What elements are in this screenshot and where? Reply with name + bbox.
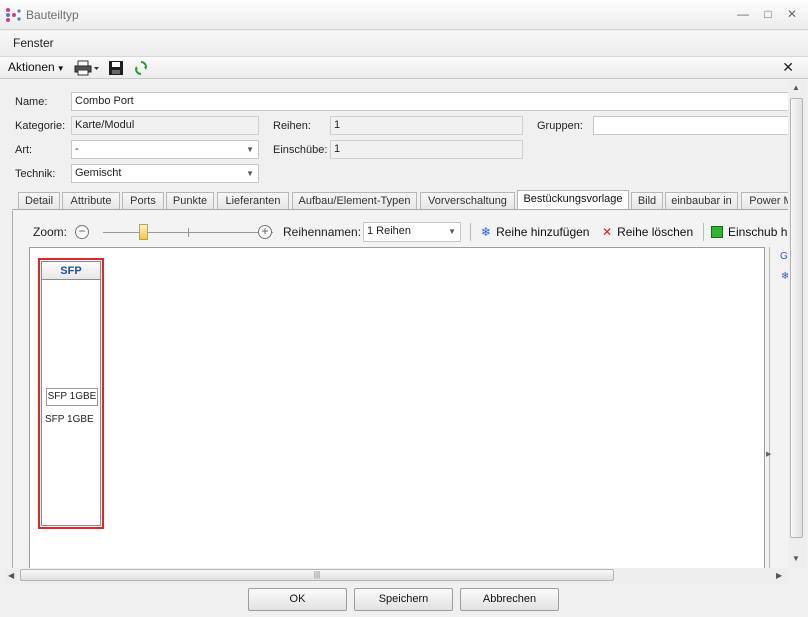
einschuebe-field: 1 — [330, 140, 523, 159]
scroll-up-icon[interactable]: ▲ — [792, 83, 800, 92]
minimize-icon[interactable]: — — [734, 6, 752, 22]
slider-tick — [188, 228, 189, 237]
chevron-down-icon: ▼ — [56, 64, 65, 73]
tab-strip: Detail Attribute Ports Punkte Lieferante… — [12, 190, 788, 210]
toolbar-separator — [703, 223, 704, 241]
slot-label-box[interactable]: SFP 1GBE — [46, 388, 98, 406]
layout-canvas[interactable]: SFP SFP 1GBE SFP 1GBE — [29, 247, 765, 569]
tab-power[interactable]: Power M — [741, 192, 788, 209]
side-panel: Gr ❄ ▶ — [766, 247, 791, 569]
zoom-slider-thumb[interactable] — [139, 224, 148, 240]
scroll-right-icon[interactable]: ▶ — [776, 571, 782, 580]
title-bar: Bauteiltyp — □ ✕ — [0, 0, 808, 30]
close-window-icon[interactable]: ✕ — [783, 6, 801, 22]
cancel-button[interactable]: Abbrechen — [460, 588, 559, 611]
name-field[interactable]: Combo Port — [71, 92, 795, 111]
slot-text: SFP 1GBE — [45, 414, 94, 425]
menu-fenster[interactable]: Fenster — [13, 36, 54, 50]
insert-slot-icon — [711, 226, 723, 238]
horizontal-scrollbar[interactable]: ◀ ||| ▶ — [6, 568, 788, 584]
save-button[interactable]: Speichern — [354, 588, 453, 611]
tab-ports[interactable]: Ports — [122, 192, 164, 209]
rack-selected[interactable]: SFP SFP 1GBE SFP 1GBE — [38, 258, 104, 529]
vertical-scroll-thumb[interactable] — [790, 98, 803, 538]
rack-body: SFP SFP 1GBE SFP 1GBE — [41, 261, 101, 526]
reihen-label: Reihen: — [273, 120, 311, 132]
zoom-in-icon[interactable]: + — [258, 225, 272, 239]
zoom-out-icon[interactable]: − — [75, 225, 89, 239]
save-icon[interactable] — [108, 60, 124, 76]
rack-title: SFP — [42, 262, 100, 280]
scroll-left-icon[interactable]: ◀ — [8, 571, 14, 580]
einschuebe-label: Einschübe: — [273, 144, 328, 156]
menu-bar: Fenster — [0, 31, 808, 57]
horizontal-scroll-thumb[interactable]: ||| — [20, 569, 614, 581]
tab-vorverschaltung[interactable]: Vorverschaltung — [420, 192, 515, 209]
name-label: Name: — [15, 96, 48, 108]
tab-bild[interactable]: Bild — [631, 192, 663, 209]
toolbar: Aktionen ▼ ✕ — [0, 57, 808, 79]
gruppen-label: Gruppen: — [537, 120, 583, 132]
insert-slot-button[interactable]: Einschub h — [711, 225, 787, 239]
aktionen-dropdown[interactable]: Aktionen ▼ — [8, 60, 65, 74]
reihen-field: 1 — [330, 116, 523, 135]
toolbar-separator — [470, 223, 471, 241]
refresh-icon[interactable] — [134, 60, 148, 76]
tab-attribute[interactable]: Attribute — [62, 192, 120, 209]
zoom-label: Zoom: — [33, 225, 68, 239]
tab-punkte[interactable]: Punkte — [166, 192, 214, 209]
tab-aufbau[interactable]: Aufbau/Element-Typen — [292, 192, 417, 209]
snowflake-icon: ❄ — [481, 225, 492, 239]
reihennamen-select[interactable]: 1 Reihen ▼ — [363, 222, 461, 242]
close-icon[interactable]: ✕ — [782, 59, 794, 76]
ok-button[interactable]: OK — [248, 588, 347, 611]
window-title: Bauteiltyp — [26, 8, 79, 22]
tab-einbaubar-in[interactable]: einbaubar in — [665, 192, 738, 209]
delete-x-icon: ✕ — [602, 225, 613, 239]
tab-page-bestueckungsvorlage: Zoom: − + Reihennamen: 1 Reihen ▼ ❄ Reihe … — [12, 211, 791, 569]
add-row-button[interactable]: ❄ Reihe hinzufügen — [481, 225, 589, 239]
scroll-down-icon[interactable]: ▼ — [792, 554, 800, 563]
tab-lieferanten[interactable]: Lieferanten — [217, 192, 289, 209]
art-label: Art: — [15, 144, 33, 156]
editor-toolbar: Zoom: − + Reihennamen: 1 Reihen ▼ ❄ Reihe … — [29, 221, 789, 244]
app-icon — [6, 8, 21, 22]
printer-icon[interactable] — [74, 60, 100, 76]
maximize-icon[interactable]: □ — [759, 6, 777, 22]
tab-detail[interactable]: Detail — [18, 192, 60, 209]
chevron-down-icon: ▼ — [448, 227, 456, 236]
vertical-scrollbar[interactable]: ▲ ▼ — [788, 80, 806, 568]
art-select[interactable]: - ▼ — [71, 140, 259, 159]
delete-row-button[interactable]: ✕ Reihe löschen — [602, 225, 693, 239]
kategorie-field: Karte/Modul — [71, 116, 259, 135]
chevron-down-icon: ▼ — [246, 169, 254, 178]
kategorie-label: Kategorie: — [15, 120, 66, 132]
reihennamen-label: Reihennamen: — [283, 225, 362, 239]
technik-select[interactable]: Gemischt ▼ — [71, 164, 259, 183]
gruppen-field[interactable] — [593, 116, 795, 135]
dialog-footer: OK Speichern Abbrechen — [0, 584, 808, 617]
technik-label: Technik: — [15, 168, 56, 180]
collapse-arrow-icon[interactable]: ▶ — [766, 450, 771, 458]
chevron-down-icon: ▼ — [246, 145, 254, 154]
tab-bestueckungsvorlage[interactable]: Bestückungsvorlage — [517, 190, 629, 209]
